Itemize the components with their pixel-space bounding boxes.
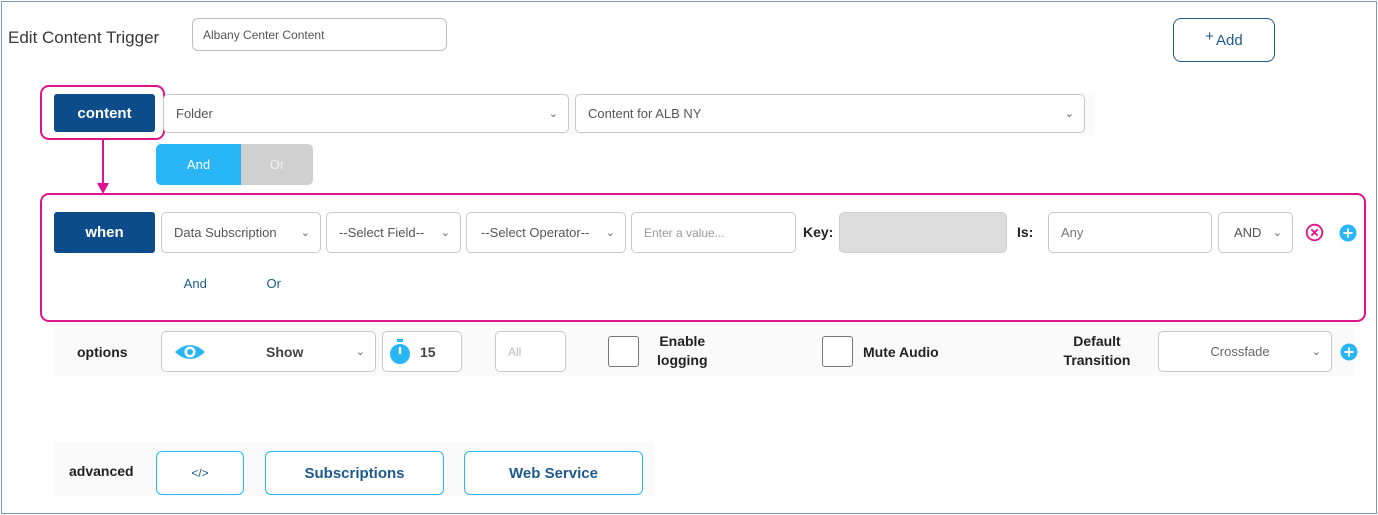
- content-logic-toggle: And Or: [156, 144, 313, 185]
- transition-select[interactable]: Crossfade ⌄: [1158, 331, 1332, 372]
- when-field-value: --Select Field--: [339, 225, 425, 240]
- close-circle-icon[interactable]: [1305, 223, 1324, 242]
- web-service-button[interactable]: Web Service: [464, 451, 643, 495]
- all-placeholder: All: [508, 344, 522, 359]
- duration-input[interactable]: 15: [382, 331, 462, 372]
- enable-logging-checkbox[interactable]: [608, 336, 639, 367]
- transition-value: Crossfade: [1210, 344, 1270, 359]
- plus-icon: +: [1205, 27, 1215, 45]
- when-button[interactable]: when: [54, 212, 155, 253]
- all-input[interactable]: All: [495, 331, 566, 372]
- key-input[interactable]: [839, 212, 1007, 253]
- advanced-label: advanced: [69, 463, 134, 479]
- plus-circle-icon[interactable]: [1340, 343, 1358, 361]
- subscriptions-button[interactable]: Subscriptions: [265, 451, 444, 495]
- logic-select-value: AND: [1234, 225, 1262, 240]
- chevron-down-icon: ⌄: [355, 345, 365, 358]
- when-and-option[interactable]: And: [156, 263, 235, 304]
- is-label: Is:: [1017, 224, 1034, 240]
- content-folder-value: Content for ALB NY: [588, 106, 702, 121]
- when-or-option[interactable]: Or: [235, 263, 314, 304]
- enable-logging-label-line-1: Enable: [659, 333, 706, 349]
- when-operator-value: --Select Operator--: [481, 225, 590, 240]
- chevron-down-icon: ⌄: [1311, 345, 1321, 358]
- chevron-down-icon: ⌄: [605, 226, 615, 239]
- enable-logging-label-line-2: logging: [657, 352, 708, 368]
- default-transition-label: Default Transition: [1052, 332, 1142, 370]
- content-or-option[interactable]: Or: [241, 144, 313, 185]
- when-value-input[interactable]: Enter a value...: [631, 212, 796, 253]
- chevron-down-icon: ⌄: [440, 226, 450, 239]
- when-source-value: Data Subscription: [174, 225, 277, 240]
- eye-icon: [175, 344, 205, 359]
- logic-select[interactable]: AND ⌄: [1218, 212, 1293, 253]
- trigger-name-input[interactable]: [192, 18, 447, 51]
- stopwatch-icon: [390, 338, 410, 364]
- arrow-down-icon: [97, 139, 109, 194]
- default-transition-label-line-1: Default: [1073, 333, 1121, 349]
- chevron-down-icon: ⌄: [548, 107, 558, 120]
- options-label: options: [77, 344, 128, 360]
- plus-circle-icon[interactable]: [1339, 224, 1357, 242]
- when-logic-toggle: And Or: [156, 263, 313, 304]
- content-folder-select[interactable]: Content for ALB NY ⌄: [575, 94, 1085, 133]
- visibility-value: Show: [266, 343, 304, 360]
- duration-value: 15: [420, 343, 436, 360]
- add-button-label: Add: [1216, 31, 1243, 49]
- content-type-select[interactable]: Folder ⌄: [163, 94, 569, 133]
- is-value-input[interactable]: Any: [1048, 212, 1212, 253]
- when-field-select[interactable]: --Select Field-- ⌄: [326, 212, 461, 253]
- content-button[interactable]: content: [54, 94, 155, 132]
- when-source-select[interactable]: Data Subscription ⌄: [161, 212, 321, 253]
- content-and-option[interactable]: And: [156, 144, 241, 185]
- content-type-value: Folder: [176, 106, 213, 121]
- chevron-down-icon: ⌄: [1272, 226, 1282, 239]
- key-label: Key:: [803, 224, 834, 240]
- is-value: Any: [1061, 225, 1084, 240]
- visibility-select[interactable]: Show ⌄: [161, 331, 376, 372]
- default-transition-label-line-2: Transition: [1063, 352, 1131, 368]
- enable-logging-label: Enable logging: [657, 332, 708, 370]
- page-title: Edit Content Trigger: [8, 28, 160, 47]
- add-button[interactable]: + Add: [1173, 18, 1275, 62]
- mute-audio-checkbox[interactable]: [822, 336, 853, 367]
- chevron-down-icon: ⌄: [1064, 107, 1074, 120]
- when-operator-select[interactable]: --Select Operator-- ⌄: [466, 212, 626, 253]
- code-button[interactable]: </>: [156, 451, 244, 495]
- mute-audio-label: Mute Audio: [863, 344, 939, 360]
- when-value-placeholder: Enter a value...: [644, 225, 725, 240]
- chevron-down-icon: ⌄: [300, 226, 310, 239]
